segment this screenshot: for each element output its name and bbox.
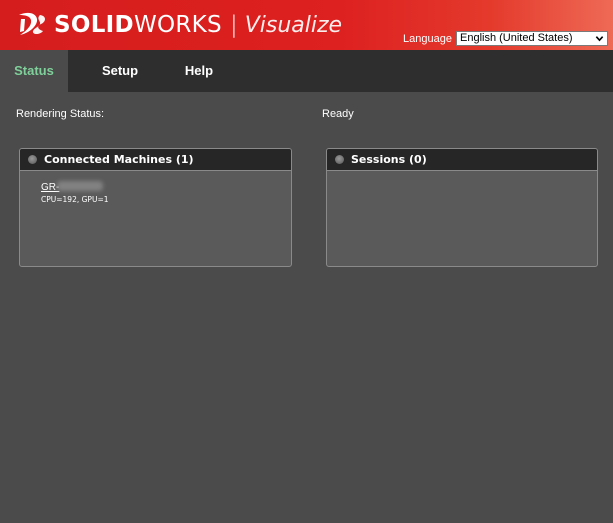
sessions-panel: Sessions (0) [326,148,598,267]
main-nav: Status Setup Help [0,50,613,92]
circle-bullet-icon [28,155,37,164]
connected-machines-panel: Connected Machines (1) GR- CPU=192, GPU=… [19,148,292,267]
rendering-status-value: Ready [322,108,354,120]
chevron-down-icon [595,36,604,42]
language-label: Language [403,33,452,45]
connected-machines-header[interactable]: Connected Machines (1) [20,149,291,171]
ds-logo-icon [19,12,45,35]
tab-status[interactable]: Status [0,50,68,92]
page: SOLID WORKS | Visualize Language English (U… [0,0,613,523]
tab-help[interactable]: Help [172,50,226,92]
circle-bullet-icon [335,155,344,164]
brand-bold-text: SOLID [54,12,134,38]
sessions-title: Sessions (0) [351,153,427,166]
language-select[interactable]: English (United States) [456,31,608,46]
language-select-value: English (United States) [460,32,573,44]
app-header: SOLID WORKS | Visualize Language English (U… [0,0,613,50]
app-logo: SOLID WORKS | Visualize [16,8,342,42]
redacted-machine-name [57,181,103,191]
machine-specs: CPU=192, GPU=1 [41,195,109,204]
connected-machines-title: Connected Machines (1) [44,153,194,166]
brand-product-name: Visualize [244,12,343,38]
rendering-status-label: Rendering Status: [16,108,105,120]
tab-setup[interactable]: Setup [88,50,152,92]
sessions-header[interactable]: Sessions (0) [327,149,597,171]
brand-light-text: WORKS [133,12,222,38]
brand-separator: | [229,12,238,38]
